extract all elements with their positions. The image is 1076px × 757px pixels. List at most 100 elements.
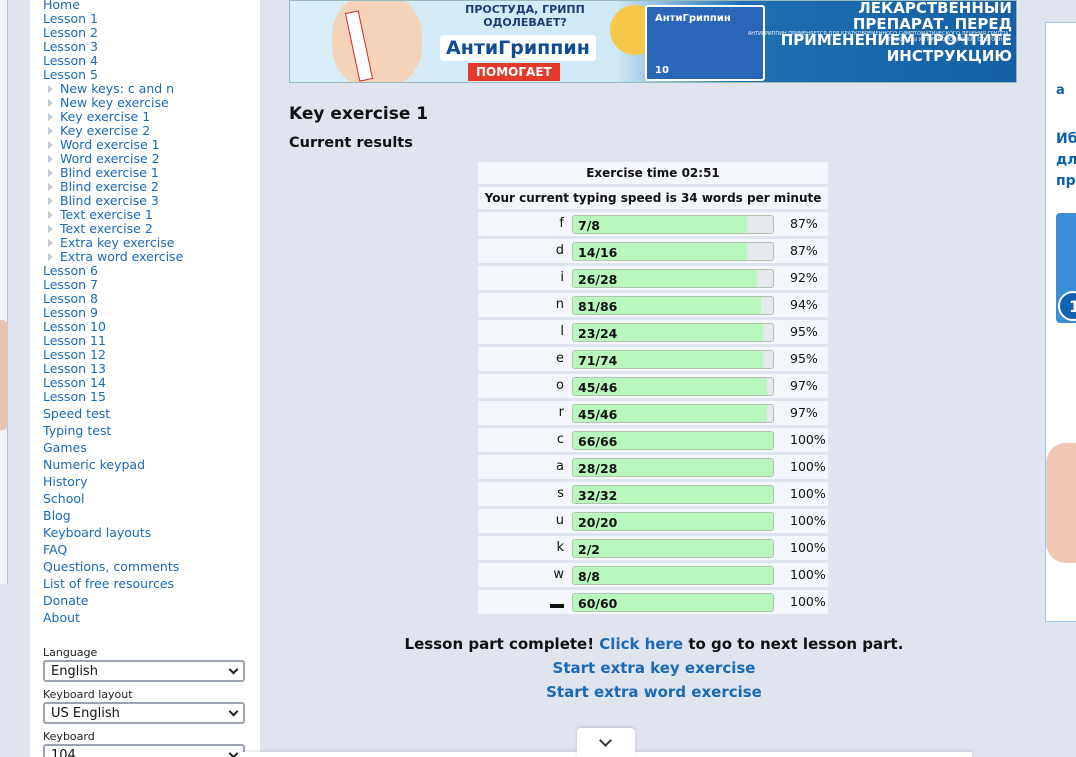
nav-lesson-link[interactable]: Lesson 6 bbox=[43, 264, 183, 278]
subnav-link[interactable]: Blind exercise 1 bbox=[60, 166, 159, 180]
ad-brand: АнтиГриппин bbox=[440, 35, 596, 61]
expand-ad-button[interactable] bbox=[577, 728, 635, 757]
banner-ad[interactable]: ПРОСТУДА, ГРИПП ОДОЛЕВАЕТ? АнтиГриппин П… bbox=[289, 0, 1017, 83]
language-select[interactable]: English bbox=[43, 660, 245, 682]
subnav-link[interactable]: Blind exercise 3 bbox=[60, 194, 159, 208]
triangle-right-icon bbox=[48, 169, 53, 177]
result-percent: 100% bbox=[790, 513, 826, 528]
subnav-item[interactable]: Text exercise 1 bbox=[48, 208, 183, 222]
right-ad[interactable]: а Иб дл пр 1 bbox=[1045, 22, 1076, 622]
nav-link[interactable]: About bbox=[43, 609, 183, 626]
subnav-item[interactable]: Extra key exercise bbox=[48, 236, 183, 250]
triangle-right-icon bbox=[48, 197, 53, 205]
subnav-item[interactable]: Key exercise 1 bbox=[48, 110, 183, 124]
nav-link[interactable]: Typing test bbox=[43, 422, 183, 439]
subnav-link[interactable]: Extra word exercise bbox=[60, 250, 183, 264]
nav-link[interactable]: List of free resources bbox=[43, 575, 183, 592]
subnav-item[interactable]: New key exercise bbox=[48, 96, 183, 110]
nav-lesson-link[interactable]: Lesson 13 bbox=[43, 362, 183, 376]
nav-lesson-link[interactable]: Lesson 14 bbox=[43, 376, 183, 390]
nav-link[interactable]: Keyboard layouts bbox=[43, 524, 183, 541]
result-key: w bbox=[553, 567, 564, 582]
result-count: 28/28 bbox=[578, 461, 618, 476]
result-percent: 95% bbox=[790, 351, 818, 366]
nav-lesson-link[interactable]: Lesson 10 bbox=[43, 320, 183, 334]
result-percent: 97% bbox=[790, 405, 818, 420]
nav-link[interactable]: Numeric keypad bbox=[43, 456, 183, 473]
chevron-down-icon bbox=[599, 734, 612, 747]
subnav-item[interactable]: Key exercise 2 bbox=[48, 124, 183, 138]
result-count: 71/74 bbox=[578, 353, 618, 368]
nav-link[interactable]: Donate bbox=[43, 592, 183, 609]
subnav-link[interactable]: Word exercise 2 bbox=[60, 152, 160, 166]
ad-pack-image: АнтиГриппин 10 bbox=[645, 5, 765, 81]
nav-lesson-link[interactable]: Lesson 15 bbox=[43, 390, 183, 404]
result-key: c bbox=[556, 432, 564, 447]
result-key bbox=[478, 592, 564, 612]
subnav-item[interactable]: Blind exercise 2 bbox=[48, 180, 183, 194]
next-lesson-link[interactable]: Click here bbox=[599, 635, 683, 653]
right-ad-badge-text: 1 bbox=[1069, 297, 1076, 316]
nav-link[interactable]: Speed test bbox=[43, 405, 183, 422]
nav-link[interactable]: School bbox=[43, 490, 183, 507]
subnav-item[interactable]: Word exercise 1 bbox=[48, 138, 183, 152]
nav-lesson-link[interactable]: Lesson 3 bbox=[43, 40, 183, 54]
nav-lesson-link[interactable]: Lesson 9 bbox=[43, 306, 183, 320]
nav-lesson-link[interactable]: Lesson 2 bbox=[43, 26, 183, 40]
result-percent: 92% bbox=[790, 270, 818, 285]
accuracy-bar: 71/74 bbox=[572, 350, 774, 369]
result-percent: 100% bbox=[790, 486, 826, 501]
keyboard-select[interactable]: 104 bbox=[43, 744, 245, 757]
subnav-link[interactable]: New key exercise bbox=[60, 96, 169, 110]
subnav-link[interactable]: Extra key exercise bbox=[60, 236, 174, 250]
subnav-link[interactable]: Text exercise 2 bbox=[60, 222, 153, 236]
right-ad-text: а bbox=[1056, 83, 1065, 98]
accuracy-bar: 81/86 bbox=[572, 296, 774, 315]
result-count: 2/2 bbox=[578, 542, 600, 557]
result-percent: 100% bbox=[790, 432, 826, 447]
nav-link[interactable]: Games bbox=[43, 439, 183, 456]
nav-lesson-link[interactable]: Lesson 4 bbox=[43, 54, 183, 68]
subnav-item[interactable]: Word exercise 2 bbox=[48, 152, 183, 166]
nav-lesson-link[interactable]: Lesson 11 bbox=[43, 334, 183, 348]
accuracy-bar: 23/24 bbox=[572, 323, 774, 342]
result-key: e bbox=[556, 351, 564, 366]
subnav-link[interactable]: Text exercise 1 bbox=[60, 208, 153, 222]
subnav-link[interactable]: Word exercise 1 bbox=[60, 138, 160, 152]
result-row: l 23/24 95% bbox=[478, 320, 828, 344]
extra-key-exercise-link[interactable]: Start extra key exercise bbox=[553, 659, 756, 677]
subnav-link[interactable]: New keys: c and n bbox=[60, 82, 174, 96]
nav-lesson-link[interactable]: Lesson 12 bbox=[43, 348, 183, 362]
subnav-item[interactable]: Blind exercise 3 bbox=[48, 194, 183, 208]
nav-link[interactable]: History bbox=[43, 473, 183, 490]
result-count: 8/8 bbox=[578, 569, 600, 584]
subnav-item[interactable]: New keys: c and n bbox=[48, 82, 183, 96]
extra-word-exercise-link[interactable]: Start extra word exercise bbox=[546, 683, 762, 701]
subnav-link[interactable]: Key exercise 2 bbox=[60, 124, 150, 138]
result-count: 23/24 bbox=[578, 326, 618, 341]
result-count: 20/20 bbox=[578, 515, 618, 530]
result-row: k 2/2 100% bbox=[478, 536, 828, 560]
subnav-item[interactable]: Blind exercise 1 bbox=[48, 166, 183, 180]
keyboard-layout-select[interactable]: US English bbox=[43, 702, 245, 724]
exercise-time: Exercise time 02:51 bbox=[478, 162, 828, 184]
triangle-right-icon bbox=[48, 113, 53, 121]
lesson-complete-line: Lesson part complete! Click here to go t… bbox=[289, 634, 1019, 658]
nav-lesson-link[interactable]: Lesson 1 bbox=[43, 12, 183, 26]
nav-link[interactable]: Questions, comments bbox=[43, 558, 183, 575]
nav-link[interactable]: FAQ bbox=[43, 541, 183, 558]
left-ad-strip[interactable] bbox=[0, 0, 8, 584]
result-key: s bbox=[557, 486, 564, 501]
right-ad-line: Иб bbox=[1056, 131, 1076, 147]
subnav-link[interactable]: Blind exercise 2 bbox=[60, 180, 159, 194]
nav-lesson-link[interactable]: Lesson 8 bbox=[43, 292, 183, 306]
subnav-item[interactable]: Text exercise 2 bbox=[48, 222, 183, 236]
ad-helps: ПОМОГАЕТ bbox=[468, 63, 560, 81]
subnav-item[interactable]: Extra word exercise bbox=[48, 250, 183, 264]
nav-link[interactable]: Blog bbox=[43, 507, 183, 524]
nav-lesson-link[interactable]: Lesson 7 bbox=[43, 278, 183, 292]
result-row: e 71/74 95% bbox=[478, 347, 828, 371]
result-row: n 81/86 94% bbox=[478, 293, 828, 317]
lesson-complete-text: Lesson part complete! bbox=[404, 635, 595, 653]
right-ad-lines: Иб дл пр bbox=[1056, 129, 1076, 192]
